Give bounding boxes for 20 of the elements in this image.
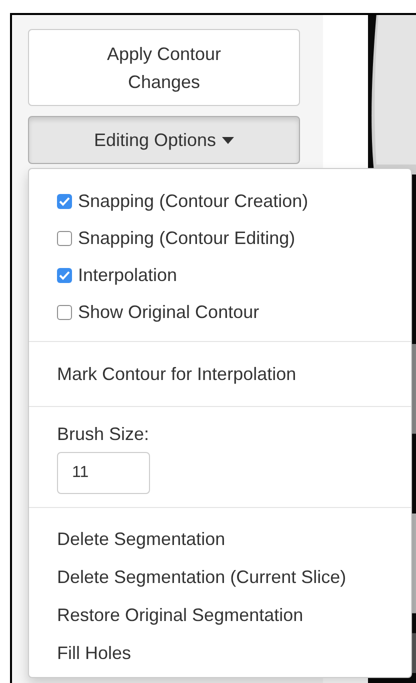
checkmark-icon xyxy=(59,197,70,206)
apply-contour-button[interactable]: Apply Contour Changes xyxy=(28,29,300,106)
checkbox[interactable] xyxy=(57,305,72,320)
checkbox[interactable] xyxy=(57,231,72,246)
checkmark-icon xyxy=(59,271,70,280)
caret-icon xyxy=(222,136,234,144)
editing-options-button[interactable]: Editing Options xyxy=(28,116,300,164)
brush-size-label: Brush Size: xyxy=(57,423,150,446)
brush-size-field[interactable]: 11 xyxy=(57,452,150,494)
checkbox-option[interactable]: Interpolation xyxy=(29,257,411,294)
checkbox[interactable] xyxy=(57,268,72,283)
checkbox-option[interactable]: Snapping (Contour Editing) xyxy=(29,220,411,257)
menu-item[interactable]: Delete Segmentation xyxy=(29,520,411,558)
menu-item[interactable]: Restore Original Segmentation xyxy=(29,596,411,634)
menu-item[interactable]: Fill Holes xyxy=(29,634,411,672)
checkbox-option[interactable]: Snapping (Contour Creation) xyxy=(29,183,411,220)
checkbox-option[interactable]: Show Original Contour xyxy=(29,294,411,331)
checkbox[interactable] xyxy=(57,194,72,209)
menu-item[interactable]: Mark Contour for Interpolation xyxy=(29,342,411,406)
menu-item[interactable]: Delete Segmentation (Current Slice) xyxy=(29,558,411,596)
